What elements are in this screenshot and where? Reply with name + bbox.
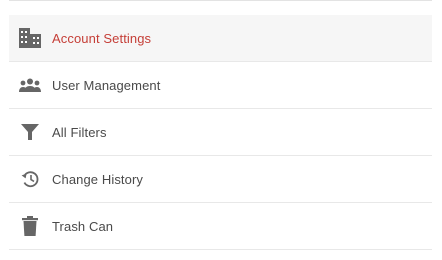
filter-funnel-icon <box>19 121 41 143</box>
menu-item-trash-can[interactable]: Trash Can <box>9 203 432 250</box>
admin-settings-menu: Account Settings User Management All Fil… <box>9 0 432 250</box>
menu-item-user-management[interactable]: User Management <box>9 62 432 109</box>
menu-label-all-filters: All Filters <box>52 124 107 140</box>
menu-item-all-filters[interactable]: All Filters <box>9 109 432 156</box>
history-clock-icon <box>19 168 41 190</box>
trash-can-icon <box>19 215 41 237</box>
menu-label-account-settings: Account Settings <box>52 30 152 46</box>
menu-label-change-history: Change History <box>52 171 143 187</box>
people-group-icon <box>19 74 41 96</box>
menu-item-account-settings[interactable]: Account Settings <box>9 15 432 62</box>
menu-label-trash-can: Trash Can <box>52 218 114 234</box>
menu-item-change-history[interactable]: Change History <box>9 156 432 203</box>
menu-label-user-management: User Management <box>52 77 161 93</box>
building-icon <box>19 27 41 49</box>
